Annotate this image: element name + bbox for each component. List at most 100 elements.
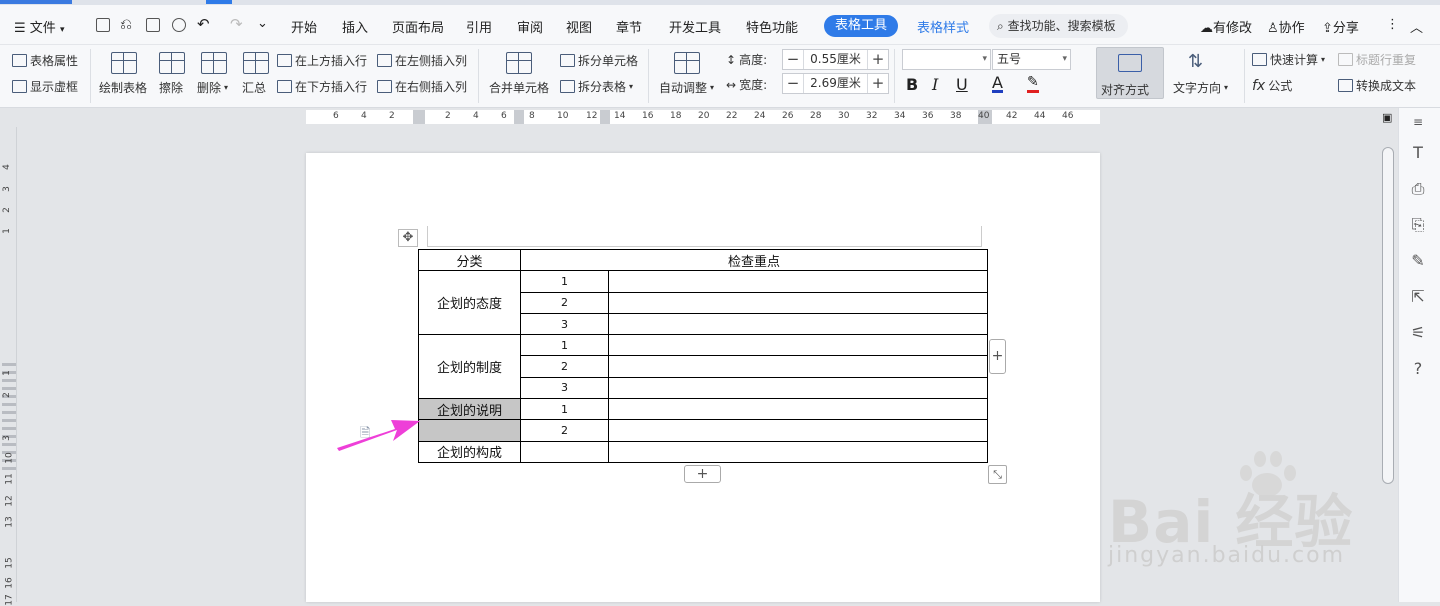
modified-button[interactable]: ☁有修改: [1200, 17, 1252, 36]
index-cell[interactable]: 3: [520, 312, 609, 336]
table-move-handle[interactable]: ✥: [398, 229, 418, 247]
document-table[interactable]: 分类 检查重点 企划的态度 1 2 3 企划的制度 1 2 3 企划的说明 1 2 企划的构成: [418, 248, 988, 463]
category-cell[interactable]: [418, 419, 521, 442]
index-cell[interactable]: 2: [520, 419, 609, 442]
index-cell[interactable]: 2: [520, 355, 609, 378]
content-cell[interactable]: [608, 355, 988, 378]
plus-icon[interactable]: +: [868, 74, 888, 93]
share-button[interactable]: ⇪分享: [1322, 17, 1359, 36]
index-cell[interactable]: 2: [520, 291, 609, 314]
index-cell[interactable]: 1: [520, 398, 609, 421]
insert-below-button[interactable]: 在下方插入行: [277, 78, 367, 95]
content-cell[interactable]: [608, 376, 988, 400]
bold-button[interactable]: B: [906, 75, 918, 94]
collapse-ribbon-icon[interactable]: ︿: [1410, 17, 1423, 36]
text-style-icon[interactable]: T: [1408, 143, 1428, 163]
merge-cells-button[interactable]: 合并单元格: [489, 79, 549, 96]
index-cell[interactable]: 1: [520, 334, 609, 357]
category-cell[interactable]: 企划的说明: [418, 398, 521, 421]
header-cell-category[interactable]: 分类: [418, 248, 521, 272]
menu-item-section[interactable]: 章节: [616, 17, 642, 36]
width-value[interactable]: 2.69厘米: [803, 74, 868, 93]
collab-button[interactable]: ♙协作: [1267, 17, 1305, 36]
underline-button[interactable]: U: [956, 75, 968, 94]
menu-item-references[interactable]: 引用: [466, 17, 492, 36]
vertical-ruler[interactable]: [0, 127, 17, 602]
content-cell[interactable]: [608, 440, 988, 463]
search-box[interactable]: ⌕ 查找功能、搜索模板: [989, 14, 1128, 38]
draw-table-button[interactable]: 绘制表格: [99, 79, 147, 96]
menu-item-layout[interactable]: 页面布局: [392, 17, 444, 36]
minus-icon[interactable]: −: [783, 74, 803, 93]
plus-icon[interactable]: +: [868, 50, 888, 69]
text-direction-button[interactable]: 文字方向 ▾: [1173, 79, 1228, 96]
file-menu[interactable]: ☰ 文件 ▾: [14, 17, 64, 36]
index-cell[interactable]: [520, 440, 609, 463]
redo-icon[interactable]: ↷: [230, 15, 243, 33]
document-icon[interactable]: ⎙: [1408, 179, 1428, 199]
italic-button[interactable]: I: [932, 75, 938, 94]
content-cell[interactable]: [608, 419, 988, 442]
save-icon[interactable]: [96, 18, 110, 32]
height-stepper[interactable]: −0.55厘米 +: [782, 49, 889, 70]
category-cell[interactable]: 企划的态度: [418, 270, 521, 336]
more-icon[interactable]: ⋮: [1386, 17, 1399, 32]
tab-table-style[interactable]: 表格样式: [917, 17, 969, 36]
split-cells-button[interactable]: 拆分单元格: [560, 52, 638, 69]
font-name-select[interactable]: [902, 49, 991, 70]
doc-settings-icon[interactable]: ⎘: [1408, 215, 1428, 235]
height-value[interactable]: 0.55厘米: [803, 50, 868, 69]
active-tab-indicator[interactable]: [206, 0, 232, 4]
menu-item-view[interactable]: 视图: [566, 17, 592, 36]
menu-item-home[interactable]: 开始: [291, 17, 317, 36]
add-row-button[interactable]: +: [684, 465, 721, 483]
ruler-toggle-icon[interactable]: ▣: [1382, 111, 1392, 124]
to-text-button[interactable]: 转换成文本: [1338, 77, 1416, 94]
paste-options-icon[interactable]: 🗎: [360, 424, 370, 446]
menu-item-features[interactable]: 特色功能: [746, 17, 798, 36]
cursor-icon[interactable]: ⇱: [1408, 287, 1428, 307]
pen-icon[interactable]: ✎: [1408, 251, 1428, 271]
ruler-column-marker[interactable]: [514, 110, 524, 124]
font-size-select[interactable]: 五号: [992, 49, 1071, 70]
highlight-icon[interactable]: ✎: [1027, 75, 1039, 93]
title-repeat-button[interactable]: 标题行重复: [1338, 51, 1416, 68]
delete-button[interactable]: 删除 ▾: [197, 79, 228, 96]
scroll-thumb[interactable]: [1382, 147, 1394, 484]
print-preview-icon[interactable]: [172, 18, 186, 32]
add-column-button[interactable]: +: [989, 339, 1006, 374]
index-cell[interactable]: 3: [520, 376, 609, 400]
insert-above-button[interactable]: 在上方插入行: [277, 52, 367, 69]
category-cell[interactable]: 企划的构成: [418, 440, 521, 463]
ruler-margin-marker[interactable]: [413, 110, 425, 124]
width-stepper[interactable]: −2.69厘米 +: [782, 73, 889, 94]
help-icon[interactable]: ?: [1408, 359, 1428, 379]
insert-right-button[interactable]: 在右侧插入列: [377, 78, 467, 95]
format-painter-icon[interactable]: ⎌: [120, 15, 132, 33]
quick-calc-button[interactable]: 快速计算 ▾: [1252, 51, 1325, 68]
font-color-button[interactable]: A: [992, 75, 1003, 93]
auto-adjust-button[interactable]: 自动调整 ▾: [659, 79, 714, 96]
sliders-icon[interactable]: ⚟: [1408, 323, 1428, 343]
ruler-column-marker[interactable]: [600, 110, 610, 124]
table-props-button[interactable]: 表格属性: [12, 52, 78, 69]
customize-icon[interactable]: ⌄: [257, 16, 268, 31]
minus-icon[interactable]: −: [783, 50, 803, 69]
menu-item-devtools[interactable]: 开发工具: [669, 17, 721, 36]
insert-left-button[interactable]: 在左侧插入列: [377, 52, 467, 69]
tab-indicator[interactable]: [0, 0, 72, 4]
vertical-scrollbar[interactable]: [1380, 127, 1398, 602]
header-cell-checkpoint[interactable]: 检查重点: [520, 248, 988, 272]
content-cell[interactable]: [608, 291, 988, 314]
content-cell[interactable]: [608, 334, 988, 357]
category-cell[interactable]: 企划的制度: [418, 334, 521, 400]
undo-icon[interactable]: ↶: [197, 15, 210, 33]
menu-item-review[interactable]: 审阅: [517, 17, 543, 36]
split-table-button[interactable]: 拆分表格 ▾: [560, 78, 633, 95]
content-cell[interactable]: [608, 398, 988, 421]
tab-table-tools[interactable]: 表格工具: [824, 15, 898, 37]
index-cell[interactable]: 1: [520, 270, 609, 293]
print-icon[interactable]: [146, 18, 160, 32]
menu-item-insert[interactable]: 插入: [342, 17, 368, 36]
erase-button[interactable]: 擦除: [159, 79, 183, 96]
